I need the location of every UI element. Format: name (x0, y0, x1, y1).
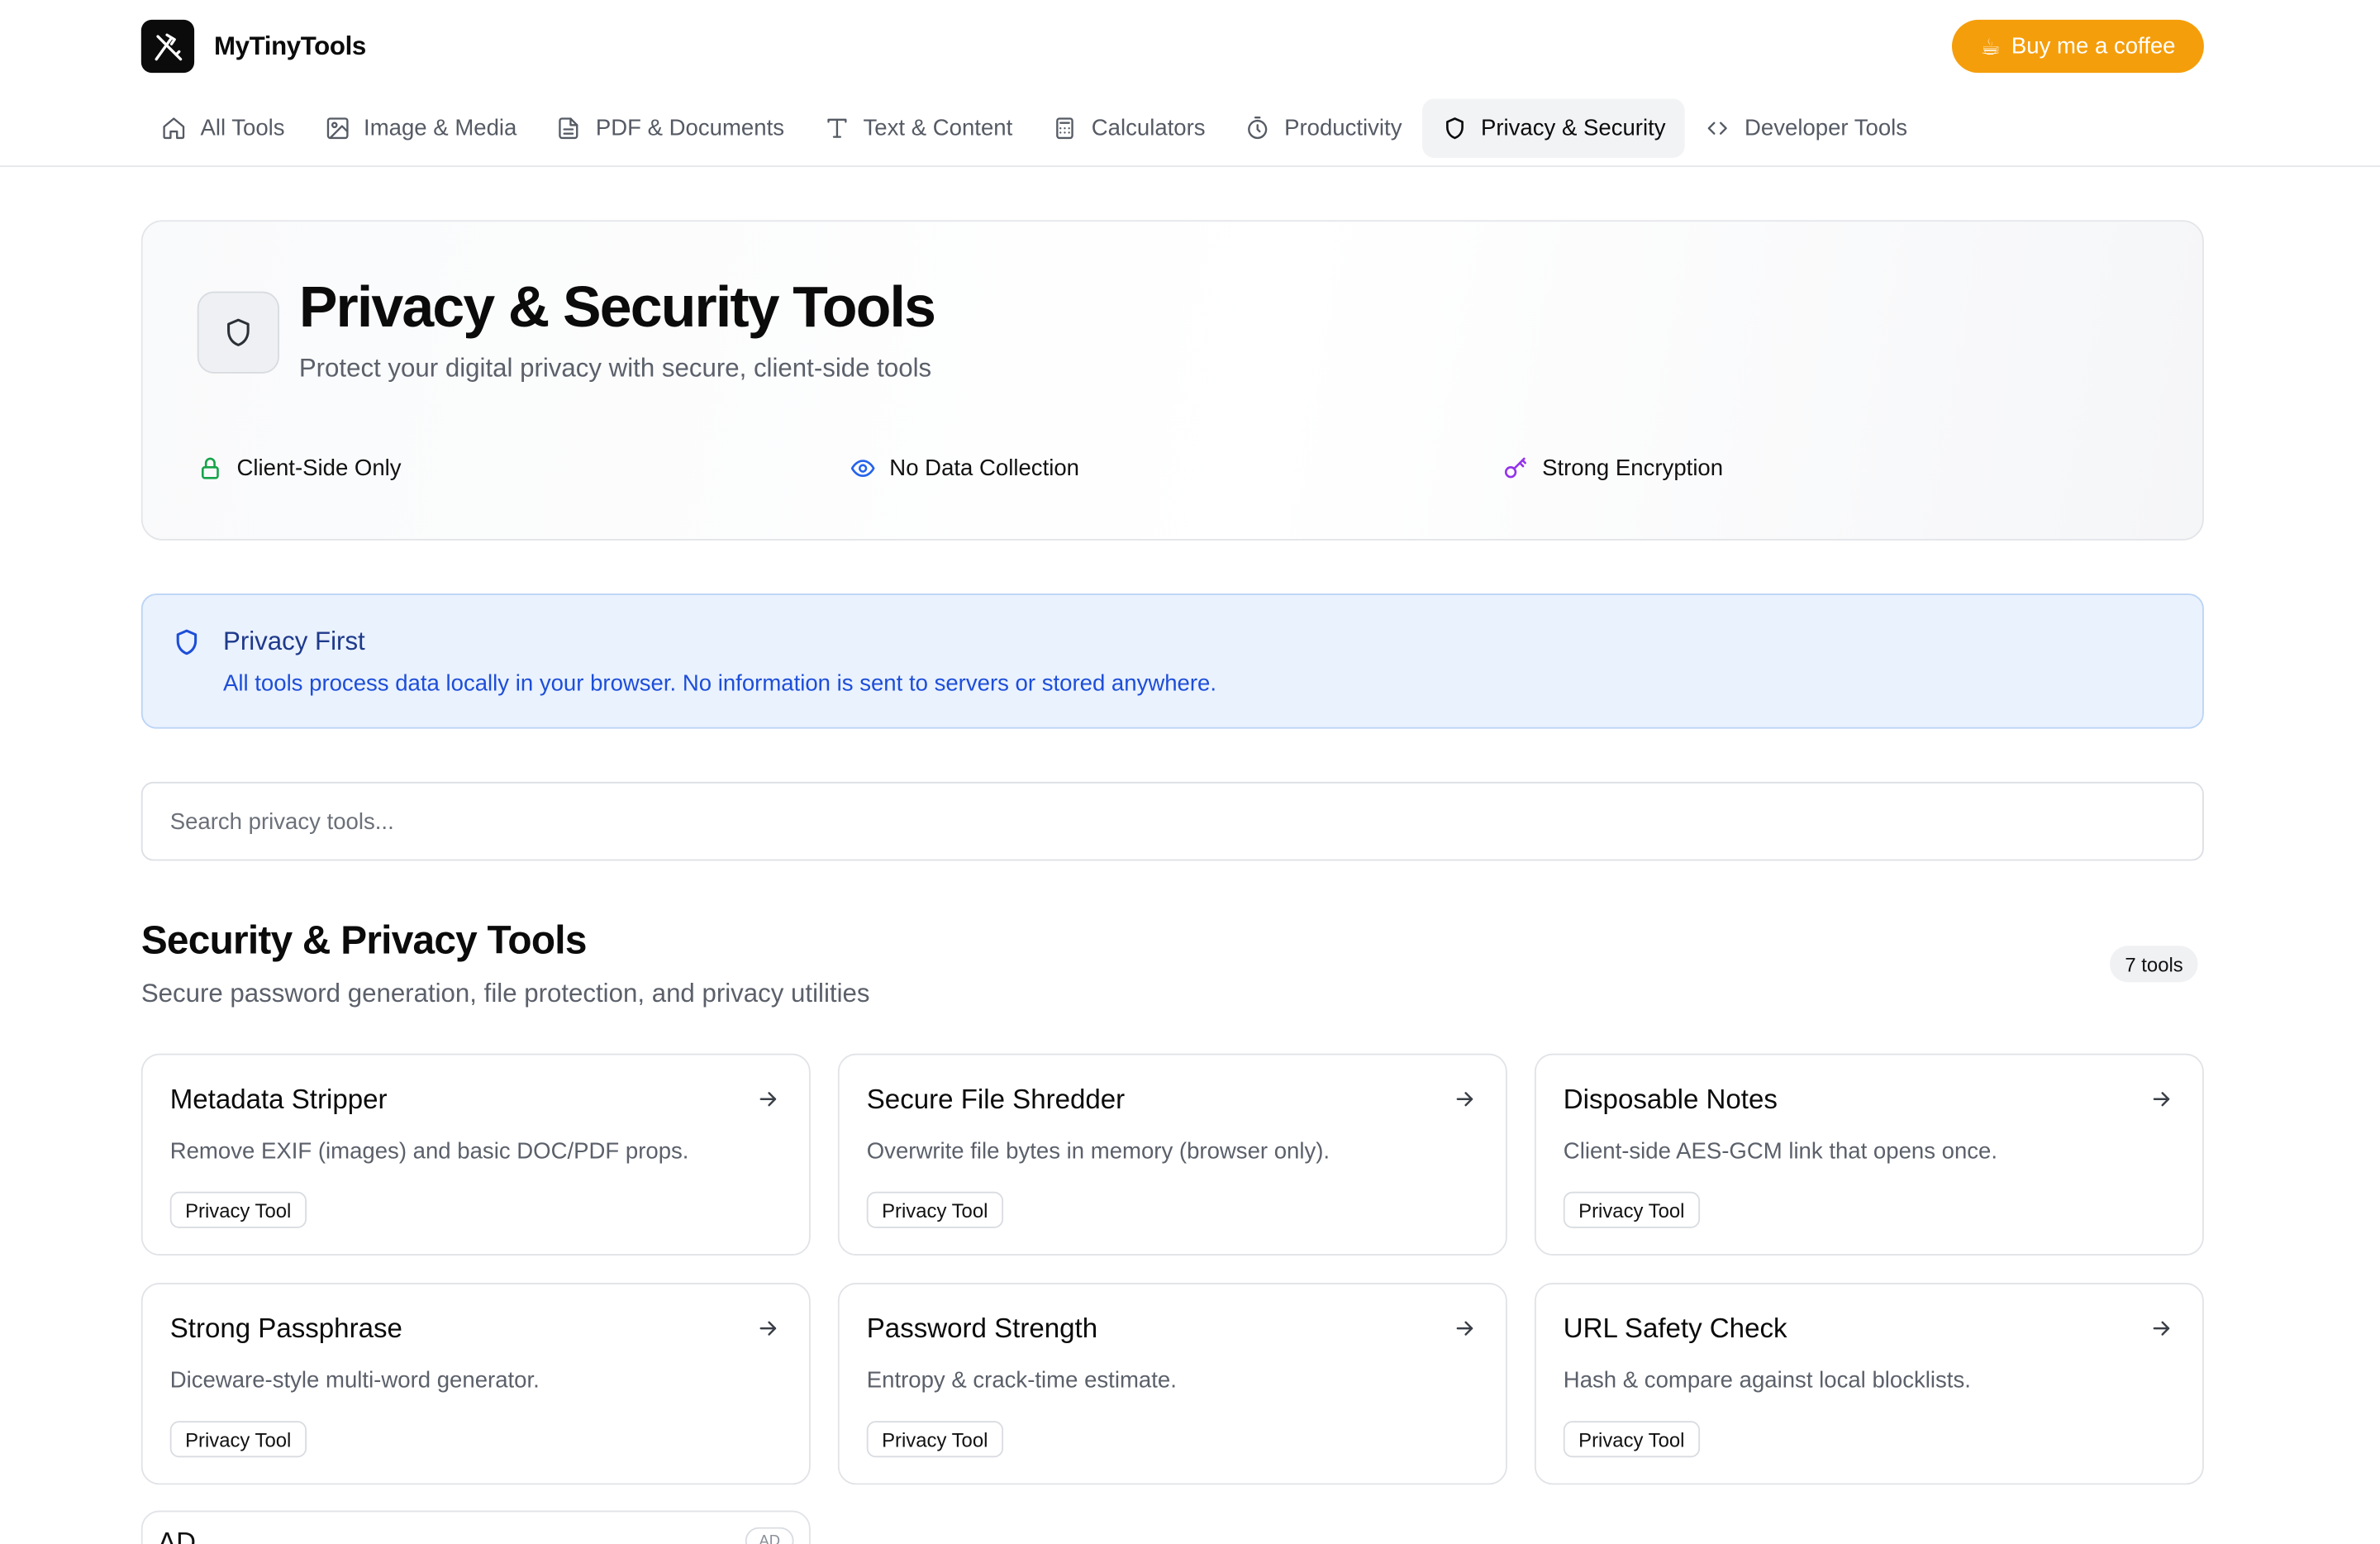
nav-item-image-media[interactable]: Image & Media (304, 98, 536, 158)
tool-count-badge: 7 tools (2110, 946, 2199, 983)
image-icon (326, 117, 348, 140)
knife-tools-icon (140, 19, 195, 74)
nav-item-privacy-security[interactable]: Privacy & Security (1421, 98, 1686, 159)
key-icon (1504, 457, 1526, 479)
nav-item-text-content[interactable]: Text & Content (804, 98, 1032, 158)
nav-label: Privacy & Security (1480, 115, 1666, 141)
buy-coffee-button[interactable]: ☕ Buy me a coffee (1951, 19, 2204, 74)
tool-description: Entropy & crack-time estimate. (866, 1367, 1177, 1394)
page: MyTinyTools ☕ Buy me a coffee All Tools … (0, 0, 2380, 1544)
nav-label: PDF & Documents (595, 115, 785, 141)
lock-icon (201, 457, 219, 479)
tool-description: Client-side AES-GCM link that opens once… (1563, 1138, 1998, 1165)
feature-no-data-collection: No Data Collection (850, 455, 1503, 481)
ad-card[interactable]: AD AD (140, 1510, 811, 1544)
page-subtitle: Protect your digital privacy with secure… (298, 353, 932, 383)
nav-label: All Tools (200, 115, 285, 141)
tool-title: Password Strength (866, 1313, 1098, 1344)
arrow-right-icon (1456, 1321, 1473, 1336)
nav-item-calculators[interactable]: Calculators (1032, 98, 1225, 158)
section-subtitle: Secure password generation, file protect… (140, 979, 870, 1008)
info-text: All tools process data locally in your b… (222, 670, 1217, 698)
tool-card-secure-file-shredder[interactable]: Secure File Shredder Overwrite file byte… (837, 1053, 1507, 1256)
tool-card-strong-passphrase[interactable]: Strong Passphrase Diceware-style multi-w… (140, 1283, 811, 1485)
nav-label: Image & Media (364, 115, 517, 141)
tool-title: Secure File Shredder (866, 1084, 1126, 1115)
tool-title: Disposable Notes (1563, 1084, 1778, 1115)
shield-icon (176, 629, 198, 655)
tool-tag: Privacy Tool (866, 1191, 1003, 1228)
tool-tag: Privacy Tool (169, 1191, 307, 1228)
ad-label: AD (158, 1527, 196, 1544)
hero-panel: Privacy & Security Tools Protect your di… (140, 220, 2204, 541)
tool-description: Hash & compare against local blocklists. (1563, 1367, 1971, 1394)
buy-coffee-label: Buy me a coffee (2011, 33, 2176, 60)
nav-item-pdf-documents[interactable]: PDF & Documents (536, 98, 804, 158)
text-icon (826, 118, 846, 138)
feature-label: No Data Collection (889, 455, 1080, 482)
nav-item-developer-tools[interactable]: Developer Tools (1685, 98, 1927, 158)
tool-card-url-safety-check[interactable]: URL Safety Check Hash & compare against … (1534, 1283, 2204, 1485)
nav-label: Developer Tools (1745, 115, 1908, 141)
coffee-icon: ☕ (1980, 34, 2002, 60)
section-title: Security & Privacy Tools (140, 917, 588, 963)
tool-card-password-strength[interactable]: Password Strength Entropy & crack-time e… (837, 1283, 1507, 1485)
page-title: Privacy & Security Tools (298, 276, 936, 341)
eye-icon (850, 460, 875, 478)
tool-description: Remove EXIF (images) and basic DOC/PDF p… (169, 1138, 689, 1165)
privacy-info-banner: Privacy First All tools process data loc… (140, 593, 2204, 729)
tool-title: Strong Passphrase (169, 1313, 402, 1344)
tool-title: URL Safety Check (1563, 1313, 1787, 1344)
nav-label: Text & Content (863, 115, 1013, 141)
feature-strong-encryption: Strong Encryption (1502, 455, 2155, 481)
search-input[interactable] (140, 781, 2204, 861)
calculator-icon (1056, 117, 1073, 140)
code-icon (1708, 122, 1728, 135)
tool-title: Metadata Stripper (169, 1084, 388, 1115)
nav-item-productivity[interactable]: Productivity (1225, 98, 1421, 158)
shield-icon (1445, 117, 1464, 140)
nav-label: Calculators (1091, 115, 1206, 141)
brand-name: MyTinyTools (213, 31, 366, 60)
ad-badge: AD (745, 1527, 794, 1544)
shield-icon (197, 291, 279, 374)
feature-list: Client-Side Only No Data Collection Stro… (198, 455, 2155, 481)
nav-item-all-tools[interactable]: All Tools (141, 98, 305, 158)
category-nav: All Tools Image & Media PDF & Documents … (141, 98, 1927, 159)
tool-card-disposable-notes[interactable]: Disposable Notes Client-side AES-GCM lin… (1534, 1053, 2204, 1256)
arrow-right-icon (759, 1321, 777, 1336)
tool-tag: Privacy Tool (1563, 1421, 1700, 1458)
tool-card-metadata-stripper[interactable]: Metadata Stripper Remove EXIF (images) a… (140, 1053, 811, 1256)
nav-label: Productivity (1284, 115, 1402, 141)
arrow-right-icon (2153, 1092, 2170, 1107)
info-title: Privacy First (222, 627, 365, 656)
tool-description: Overwrite file bytes in memory (browser … (866, 1138, 1330, 1165)
feature-label: Strong Encryption (1542, 455, 1724, 482)
brand[interactable]: MyTinyTools (140, 19, 366, 74)
top-bar: MyTinyTools ☕ Buy me a coffee All Tools … (0, 0, 2380, 168)
tool-tag: Privacy Tool (1563, 1191, 1700, 1228)
tool-tag: Privacy Tool (866, 1421, 1003, 1458)
feature-client-side: Client-Side Only (198, 455, 850, 481)
arrow-right-icon (759, 1092, 777, 1107)
tool-grid: Metadata Stripper Remove EXIF (images) a… (140, 1053, 2204, 1485)
file-icon (559, 117, 579, 140)
home-icon (163, 117, 185, 140)
tool-description: Diceware-style multi-word generator. (169, 1367, 540, 1394)
timer-icon (1248, 117, 1268, 140)
tool-tag: Privacy Tool (169, 1421, 307, 1458)
arrow-right-icon (2153, 1321, 2170, 1336)
arrow-right-icon (1456, 1092, 1473, 1107)
feature-label: Client-Side Only (236, 455, 402, 482)
